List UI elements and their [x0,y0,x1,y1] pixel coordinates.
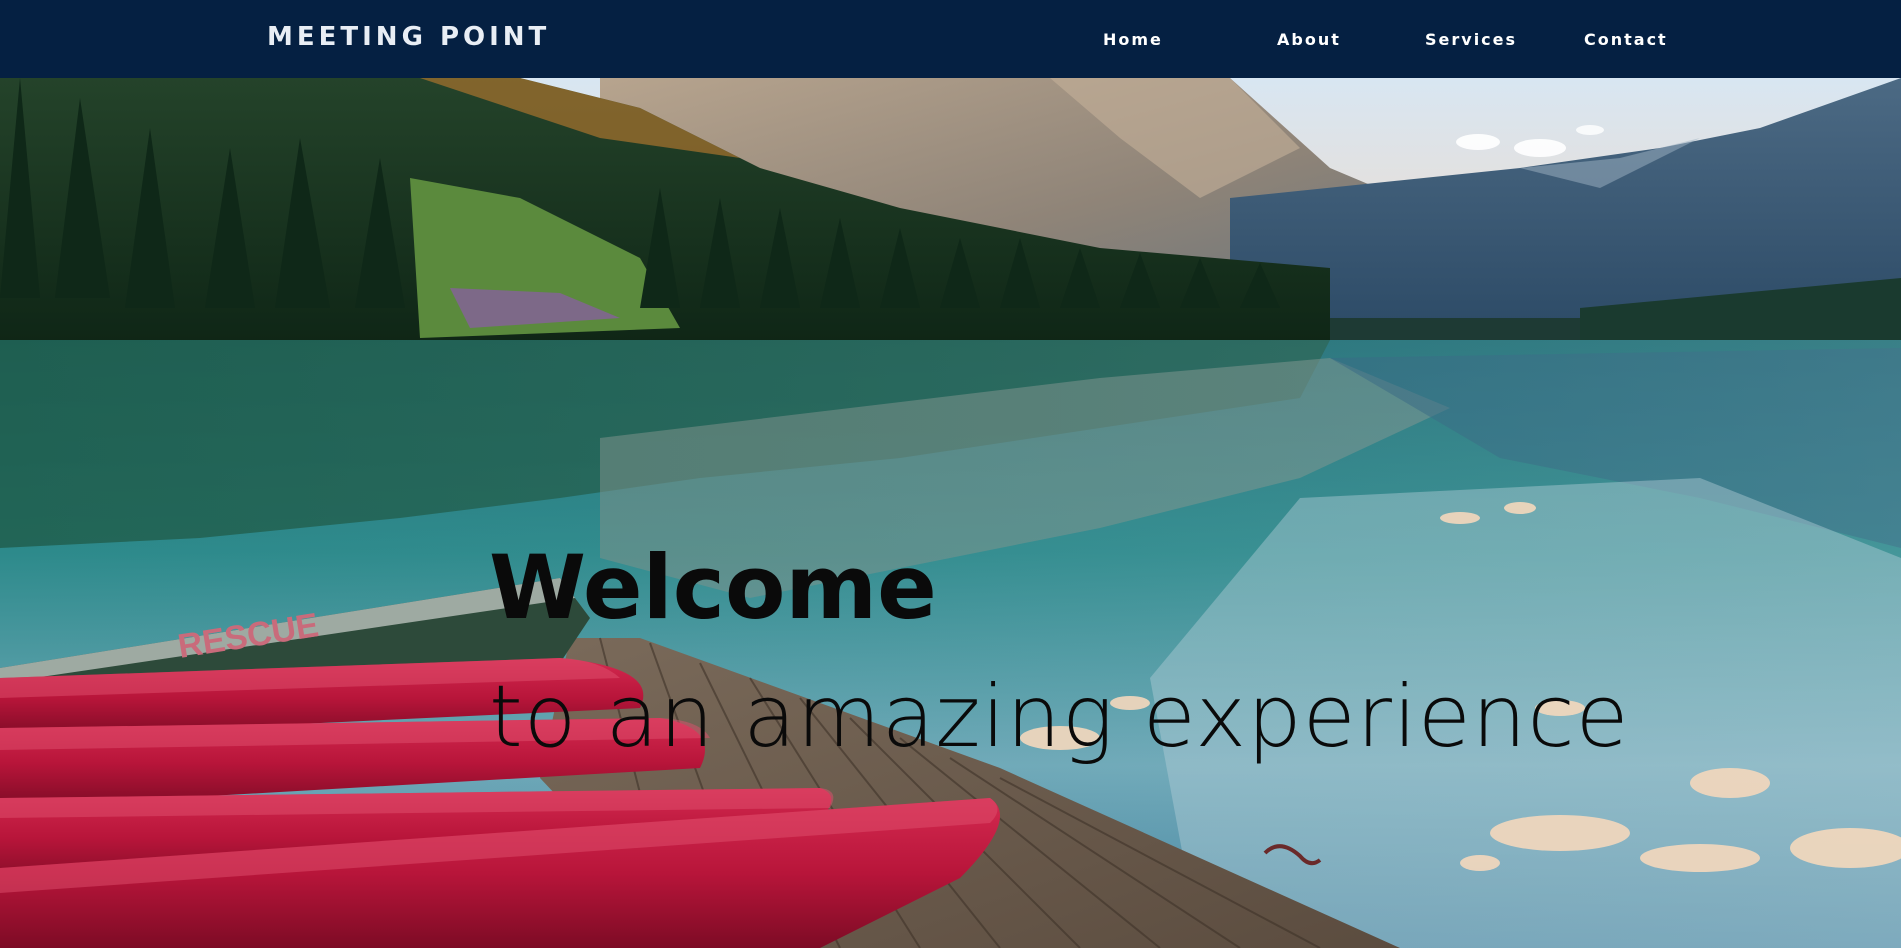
hero-section: RESCUE Welcome to an amazing experience [0,78,1901,948]
nav-item-contact[interactable]: Contact [1584,30,1674,49]
top-navbar: MEETING POINT Home About Services Contac… [0,0,1901,78]
lake-landscape-photo: RESCUE [0,78,1901,948]
nav-item-services[interactable]: Services [1425,30,1584,49]
hero-subheading: to an amazing experience [489,667,1630,768]
hero-heading: Welcome [489,535,937,639]
nav-menu: Home About Services Contact [1103,30,1674,49]
nav-item-home[interactable]: Home [1103,30,1277,49]
nav-item-about[interactable]: About [1277,30,1425,49]
brand-logo[interactable]: MEETING POINT [267,22,550,52]
